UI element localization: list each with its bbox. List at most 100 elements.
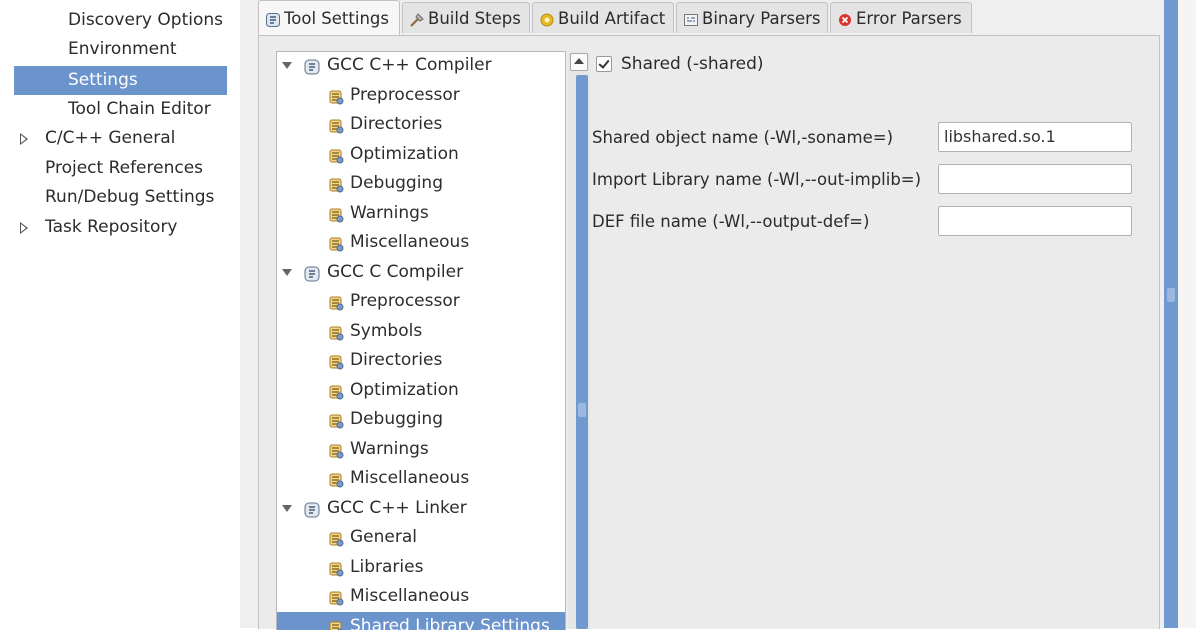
page-scrollbar[interactable]: [1164, 0, 1178, 628]
soname-input[interactable]: [938, 122, 1132, 152]
option-category-icon: [327, 529, 345, 547]
tab-build-artifact[interactable]: Build Artifact: [532, 2, 674, 33]
tree-option-node[interactable]: Preprocessor: [277, 287, 565, 316]
tab-label: Error Parsers: [856, 9, 962, 28]
option-category-icon: [327, 559, 345, 577]
soname-field-row: Shared object name (-Wl,-soname=): [592, 121, 1148, 155]
tool-settings-icon: [265, 12, 281, 28]
tool-tree[interactable]: GCC C++ CompilerPreprocessorDirectoriesO…: [276, 51, 566, 630]
error-parsers-icon: [837, 12, 853, 28]
tree-option-node[interactable]: Warnings: [277, 199, 565, 228]
tree-node-label: Miscellaneous: [350, 582, 469, 611]
option-category-icon: [327, 352, 345, 370]
option-category-icon: [327, 205, 345, 223]
nav-item-label: Environment: [68, 39, 177, 59]
settings-page: Tool Settings Build Steps Build Artifact…: [240, 0, 1196, 628]
tab-label: Build Artifact: [558, 9, 665, 28]
soname-label: Shared object name (-Wl,-soname=): [592, 121, 893, 155]
build-steps-icon: [409, 12, 425, 28]
tree-option-node[interactable]: Miscellaneous: [277, 228, 565, 257]
scrollbar-thumb[interactable]: [576, 75, 588, 629]
tree-option-node[interactable]: Miscellaneous: [277, 464, 565, 493]
collapse-arrow-icon[interactable]: [282, 505, 292, 512]
tree-node-label: Symbols: [350, 317, 422, 346]
tree-node-label: Warnings: [350, 435, 429, 464]
tab-build-steps[interactable]: Build Steps: [402, 2, 530, 33]
window-edge: [1178, 0, 1196, 628]
option-category-icon: [327, 293, 345, 311]
tree-node-label: Directories: [350, 346, 442, 375]
settings-tab-bar: Tool Settings Build Steps Build Artifact…: [258, 0, 1173, 36]
tree-node-label: Optimization: [350, 140, 459, 169]
tree-tool-node[interactable]: GCC C++ Compiler: [277, 51, 565, 80]
tree-option-node[interactable]: Shared Library Settings: [277, 612, 565, 630]
nav-item-settings[interactable]: Settings: [14, 66, 227, 95]
nav-item-environment[interactable]: Environment: [14, 35, 227, 64]
tab-tool-settings[interactable]: Tool Settings: [258, 0, 400, 36]
tree-node-label: Preprocessor: [350, 287, 460, 316]
properties-nav-tree: Discovery Options Environment Settings T…: [0, 0, 240, 628]
nav-item-task-repository[interactable]: Task Repository: [14, 213, 227, 242]
shared-checkbox[interactable]: [596, 56, 612, 72]
tree-option-node[interactable]: Symbols: [277, 317, 565, 346]
grip-icon: [578, 403, 586, 417]
tool-icon: [303, 500, 321, 518]
nav-item-label: C/C++ General: [45, 128, 175, 148]
tool-icon: [303, 264, 321, 282]
option-category-icon: [327, 588, 345, 606]
option-category-icon: [327, 146, 345, 164]
tab-binary-parsers[interactable]: Binary Parsers: [676, 2, 828, 33]
nav-item-tool-chain-editor[interactable]: Tool Chain Editor: [14, 95, 227, 124]
tree-node-label: Optimization: [350, 376, 459, 405]
tree-tool-node[interactable]: GCC C++ Linker: [277, 494, 565, 523]
grip-icon: [1167, 288, 1175, 302]
collapse-arrow-icon[interactable]: [282, 62, 292, 69]
tab-error-parsers[interactable]: Error Parsers: [830, 2, 972, 33]
collapse-arrow-icon[interactable]: [282, 269, 292, 276]
def-file-field-row: DEF file name (-Wl,--output-def=): [592, 205, 1148, 239]
tree-node-label: General: [350, 523, 417, 552]
nav-item-project-references[interactable]: Project References: [14, 154, 227, 183]
shared-checkbox-label: Shared (-shared): [621, 51, 764, 77]
def-file-input[interactable]: [938, 206, 1132, 236]
tree-option-node[interactable]: Debugging: [277, 405, 565, 434]
nav-item-label: Settings: [68, 70, 138, 90]
tree-tool-node[interactable]: GCC C Compiler: [277, 258, 565, 287]
option-category-icon: [327, 116, 345, 134]
tree-option-node[interactable]: Debugging: [277, 169, 565, 198]
tree-scrollbar[interactable]: [568, 51, 590, 629]
scroll-up-arrow-icon[interactable]: [570, 53, 588, 71]
tree-option-node[interactable]: Warnings: [277, 435, 565, 464]
binary-parsers-icon: [683, 12, 699, 28]
option-category-icon: [327, 175, 345, 193]
tree-option-node[interactable]: General: [277, 523, 565, 552]
nav-item-discovery-options[interactable]: Discovery Options: [14, 6, 227, 35]
tree-option-node[interactable]: Directories: [277, 346, 565, 375]
tree-option-node[interactable]: Optimization: [277, 376, 565, 405]
tree-option-node[interactable]: Optimization: [277, 140, 565, 169]
tree-node-label: Warnings: [350, 199, 429, 228]
option-category-icon: [327, 323, 345, 341]
tree-option-node[interactable]: Miscellaneous: [277, 582, 565, 611]
tree-node-label: Miscellaneous: [350, 228, 469, 257]
nav-item-label: Task Repository: [45, 217, 178, 237]
option-category-icon: [327, 87, 345, 105]
def-file-label: DEF file name (-Wl,--output-def=): [592, 205, 869, 239]
option-category-icon: [327, 618, 345, 630]
tree-node-label: Shared Library Settings: [350, 612, 550, 630]
tree-node-label: GCC C Compiler: [327, 258, 463, 287]
nav-item-label: Discovery Options: [68, 10, 223, 30]
tree-option-node[interactable]: Libraries: [277, 553, 565, 582]
import-library-input[interactable]: [938, 164, 1132, 194]
tree-option-node[interactable]: Preprocessor: [277, 81, 565, 110]
tree-node-label: Libraries: [350, 553, 423, 582]
expand-arrow-icon[interactable]: [20, 133, 28, 145]
nav-item-run-debug-settings[interactable]: Run/Debug Settings: [14, 183, 227, 212]
tree-node-label: GCC C++ Linker: [327, 494, 467, 523]
tree-option-node[interactable]: Directories: [277, 110, 565, 139]
nav-item-label: Project References: [45, 158, 203, 178]
option-category-icon: [327, 441, 345, 459]
tree-node-label: Miscellaneous: [350, 464, 469, 493]
nav-item-cpp-general[interactable]: C/C++ General: [14, 124, 227, 153]
expand-arrow-icon[interactable]: [20, 222, 28, 234]
